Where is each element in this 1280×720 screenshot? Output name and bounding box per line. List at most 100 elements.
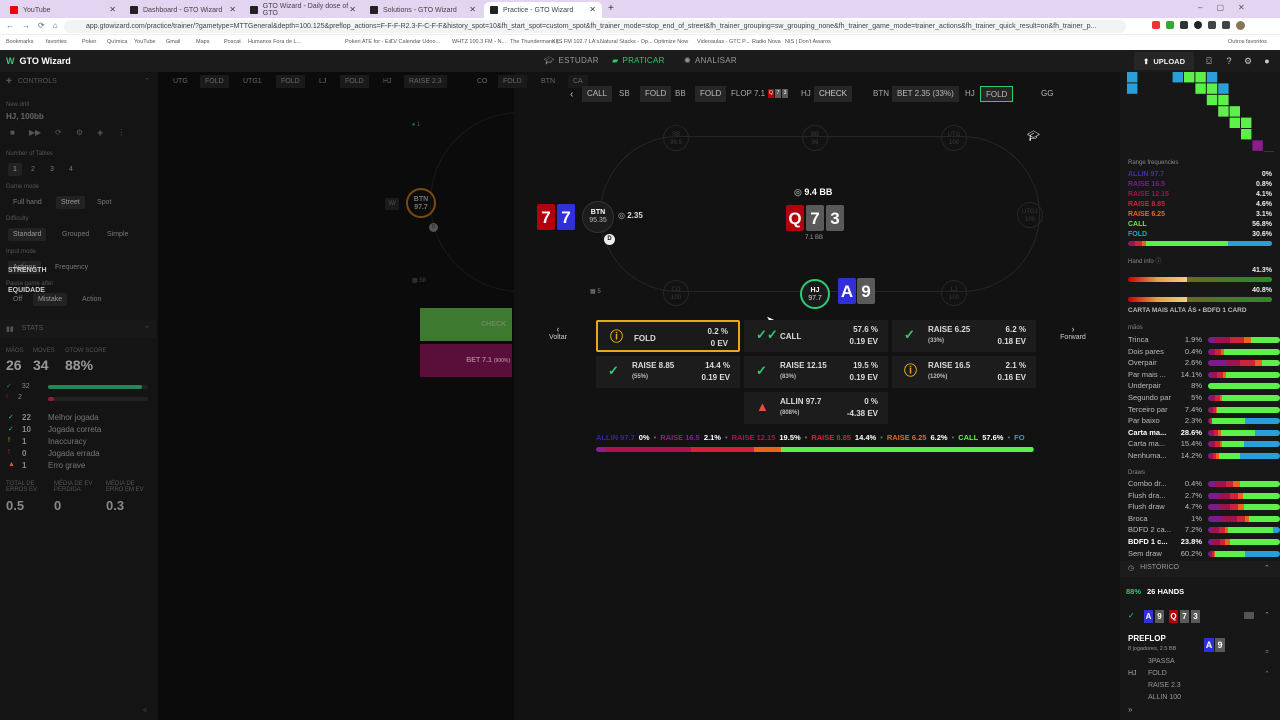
hand-category-row[interactable]: Par baixo 2.3% — [1128, 416, 1280, 427]
video-icon[interactable] — [1244, 612, 1254, 619]
bookmark-item[interactable]: Poker — [82, 39, 96, 45]
browser-tab[interactable]: Solutions - GTO Wizard ✕ — [364, 2, 482, 18]
hand-category-row[interactable]: Flush draw 4.7% — [1128, 502, 1280, 513]
tables-option-4[interactable]: 4 — [64, 163, 78, 176]
history-option[interactable]: 3PASSA — [1148, 658, 1175, 665]
controls-header[interactable]: ✚ CONTROLS — [6, 77, 57, 86]
extension-icon[interactable] — [1180, 21, 1188, 29]
bookmark-item[interactable]: Radio Nova — [752, 39, 781, 45]
browser-tab[interactable]: Dashboard - GTO Wizard ✕ — [124, 2, 242, 18]
fast-forward-icon[interactable]: ▶▶ — [29, 128, 41, 137]
forward-button[interactable]: › Forward — [1056, 324, 1090, 341]
difficulty-grouped[interactable]: Grouped — [57, 228, 94, 241]
close-tab-icon[interactable]: ✕ — [109, 5, 116, 14]
history-action[interactable]: GG — [1036, 86, 1058, 102]
nav-praticar[interactable]: ▰ PRATICAR — [612, 56, 665, 65]
close-tab-icon[interactable]: ✕ — [349, 5, 356, 14]
hand-category-row[interactable]: Combo dr... 0.4% — [1128, 479, 1280, 490]
hand-category-row[interactable]: Carta ma... 28.6% — [1128, 428, 1280, 439]
range-cell[interactable] — [1229, 117, 1240, 128]
action-option-raise-8.85[interactable]: ✓ RAISE 8.85 (55%) 14.4 % 0.19 EV — [596, 356, 740, 388]
bookmark-item[interactable]: KIIS FM 102.7 LA's... — [552, 39, 604, 45]
stop-icon[interactable]: ■ — [10, 128, 15, 137]
back-button[interactable]: ‹ Voltar — [546, 324, 570, 341]
hand-category-row[interactable]: BDFD 1 c... 23.8% — [1128, 537, 1280, 548]
range-cell[interactable] — [1127, 83, 1138, 94]
bookmark-item[interactable]: Videoaulas - GTC P... — [697, 39, 750, 45]
mini-history-action[interactable]: RAISE 2.3 — [404, 75, 447, 88]
account-icon[interactable]: ● — [1262, 56, 1272, 66]
expand-right-icon[interactable]: » — [1128, 705, 1132, 714]
game-mode-street[interactable]: Street — [56, 196, 85, 209]
history-option[interactable]: FOLD — [1148, 670, 1167, 677]
bookmark-item[interactable]: Bookmarks — [6, 39, 34, 45]
range-cell[interactable] — [1218, 106, 1229, 117]
browser-tab[interactable]: GTO Wizard - Daily dose of GTO ✕ — [244, 2, 362, 18]
expand-icon[interactable]: ⌅ — [1264, 647, 1270, 655]
bookmark-item[interactable]: Optimize Now — [654, 39, 688, 45]
extension-icon[interactable] — [1152, 21, 1160, 29]
refresh-icon[interactable]: ⟳ — [55, 128, 62, 137]
action-option-raise-16.5[interactable]: ⓘ RAISE 16.5 (120%) 2.1 % 0.16 EV — [892, 356, 1036, 388]
mini-check-button[interactable]: CHECK — [420, 308, 512, 341]
more-icon[interactable]: ⋮ — [117, 128, 125, 137]
history-hand-cards[interactable]: A9Q73 — [1144, 610, 1200, 623]
collapse-left-icon[interactable]: « — [143, 705, 147, 714]
hand-category-row[interactable]: Dois pares 0.4% — [1128, 347, 1280, 358]
history-action[interactable]: FOLD — [980, 86, 1014, 102]
action-option-fold[interactable]: ⓘ FOLD 0.2 % 0 EV — [596, 320, 740, 352]
bookmark-item[interactable]: Poscat — [224, 39, 241, 45]
browser-tab-active[interactable]: Practice - GTO Wizard ✕ — [484, 2, 602, 18]
history-option[interactable]: RAISE 2.3 — [1148, 682, 1181, 689]
hand-category-row[interactable]: Segundo par 5% — [1128, 393, 1280, 404]
range-cell[interactable] — [1127, 72, 1138, 83]
pause-mistake[interactable]: Mistake — [33, 293, 68, 306]
history-action[interactable]: CALL — [582, 86, 613, 102]
collapse-icon[interactable]: ⌃ — [144, 77, 150, 85]
bookmark-item[interactable]: Natural Stacks - Op... — [600, 39, 653, 45]
range-cell[interactable] — [1206, 72, 1218, 83]
action-option-allin-97.7[interactable]: ▲ ALLIN 97.7 (808%) 0 % -4.38 EV — [744, 392, 888, 424]
screenshot-icon[interactable]: ⌼ — [1204, 56, 1214, 66]
bookmark-item[interactable]: Maps — [196, 39, 209, 45]
mini-history-action[interactable]: FOLD — [340, 75, 369, 88]
brand-logo[interactable]: W GTO Wizard — [6, 56, 71, 66]
history-option[interactable]: ALLIN 100 — [1148, 694, 1181, 701]
pause-action[interactable]: Action — [77, 293, 106, 306]
bookmark-item[interactable]: WHTZ 100.3 FM - N... — [452, 39, 506, 45]
range-cell[interactable] — [1218, 83, 1229, 94]
help-icon[interactable]: ⓘ — [1155, 259, 1161, 265]
extension-icon[interactable] — [1166, 21, 1174, 29]
mini-history-action[interactable]: FOLD — [498, 75, 527, 88]
collapse-icon[interactable]: ⌃ — [1264, 611, 1270, 619]
range-cell[interactable] — [1195, 72, 1206, 83]
game-mode-full-hand[interactable]: Full hand — [8, 196, 47, 209]
action-option-raise-6.25[interactable]: ✓ RAISE 6.25 (33%) 6.2 % 0.18 EV — [892, 320, 1036, 352]
extension-icons[interactable] — [1152, 21, 1245, 30]
bookmark-item[interactable]: TV Calendar Udoo... — [390, 39, 440, 45]
gear-icon[interactable]: ⚙ — [1243, 56, 1253, 66]
bookmark-item[interactable]: YouTube — [134, 39, 156, 45]
mini-history-action[interactable]: FOLD — [200, 75, 229, 88]
history-action[interactable]: FOLD — [695, 86, 727, 102]
range-cell[interactable] — [1206, 94, 1218, 106]
range-cell[interactable] — [1241, 117, 1252, 128]
history-back-icon[interactable]: ‹ — [570, 89, 573, 100]
collapse-icon[interactable]: ⌃ — [1264, 564, 1270, 572]
puzzle-icon[interactable] — [1208, 21, 1216, 29]
nav-arrows[interactable]: ←→⟳⌂ — [6, 21, 66, 30]
pause-off[interactable]: Off — [8, 293, 27, 306]
hand-category-row[interactable]: Broca 1% — [1128, 514, 1280, 525]
bookmark-item[interactable]: Gmail — [166, 39, 180, 45]
range-cell[interactable] — [1172, 72, 1183, 83]
other-favorites[interactable]: Outros favoritos — [1228, 39, 1267, 45]
help-icon[interactable]: ? — [1224, 56, 1234, 66]
range-cell[interactable] — [1218, 94, 1229, 106]
action-option-call[interactable]: ✓✓ CALL 57.6 % 0.19 EV — [744, 320, 888, 352]
hand-category-row[interactable]: Underpair 8% — [1128, 381, 1280, 392]
tables-option-3[interactable]: 3 — [45, 163, 59, 176]
url-input[interactable]: app.gtowizard.com/practice/trainer/?game… — [64, 20, 1126, 33]
hand-category-row[interactable]: BDFD 2 ca... 7.2% — [1128, 525, 1280, 536]
collapse-icon[interactable]: ⌃ — [1264, 670, 1270, 678]
close-tab-icon[interactable]: ✕ — [469, 5, 476, 14]
